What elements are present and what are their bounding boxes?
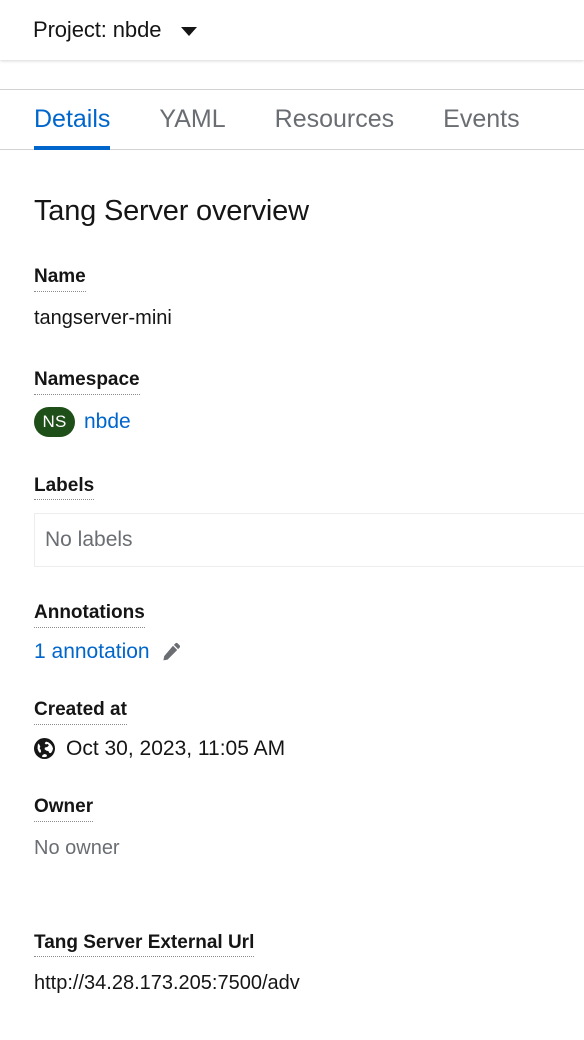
- project-selector-toggle[interactable]: Project: nbde: [33, 17, 198, 43]
- pencil-icon[interactable]: [160, 642, 181, 663]
- tab-resources-label: Resources: [274, 105, 395, 133]
- tab-details-label: Details: [34, 105, 111, 133]
- tab-events[interactable]: Events: [426, 90, 536, 149]
- field-name-label: Name: [34, 265, 86, 292]
- field-namespace: Namespace NS nbde: [34, 368, 584, 437]
- chevron-down-icon: [181, 27, 198, 36]
- created-at-row: Oct 30, 2023, 11:05 AM: [34, 737, 584, 761]
- tab-yaml[interactable]: YAML: [142, 90, 242, 149]
- field-name-value: tangserver-mini: [34, 306, 172, 329]
- namespace-row: NS nbde: [34, 406, 584, 437]
- project-selector-label: Project: nbde: [33, 17, 162, 42]
- field-external-url-label: Tang Server External Url: [34, 931, 255, 958]
- field-created-at: Created at Oct 30, 2023, 11:05 AM: [34, 698, 584, 761]
- details-content: Tang Server overview Name tangserver-min…: [0, 195, 584, 996]
- field-external-url: Tang Server External Url http://34.28.17…: [34, 931, 584, 997]
- tab-yaml-label: YAML: [159, 105, 226, 133]
- field-name: Name tangserver-mini: [34, 265, 584, 331]
- field-owner-label: Owner: [34, 795, 94, 822]
- field-labels-label: Labels: [34, 474, 95, 501]
- globe-icon: [34, 738, 55, 760]
- tab-resources[interactable]: Resources: [258, 90, 412, 149]
- labels-empty-text: No labels: [45, 528, 133, 552]
- detail-tabs: Details YAML Resources Events: [0, 89, 584, 150]
- tab-events-label: Events: [443, 105, 520, 133]
- field-annotations-label: Annotations: [34, 601, 145, 628]
- field-owner-value: No owner: [34, 836, 120, 859]
- namespace-link[interactable]: nbde: [84, 410, 131, 434]
- field-created-at-label: Created at: [34, 698, 127, 725]
- field-owner: Owner No owner: [34, 795, 584, 861]
- annotations-link[interactable]: 1 annotation: [34, 640, 150, 664]
- tab-details[interactable]: Details: [34, 90, 127, 150]
- field-annotations: Annotations 1 annotation: [34, 601, 584, 664]
- content-gap: [0, 60, 584, 89]
- project-selector-bar: Project: nbde: [0, 0, 584, 60]
- annotations-row: 1 annotation: [34, 640, 584, 664]
- field-labels: Labels No labels: [34, 474, 584, 568]
- section-divider-gap: [34, 861, 584, 931]
- page-title: Tang Server overview: [34, 195, 309, 227]
- created-at-value: Oct 30, 2023, 11:05 AM: [66, 736, 286, 760]
- field-external-url-value: http://34.28.173.205:7500/adv: [34, 972, 300, 995]
- page-root: Project: nbde Details YAML Resources Eve…: [0, 0, 584, 1040]
- labels-box[interactable]: No labels: [34, 513, 584, 568]
- namespace-badge: NS: [34, 406, 75, 437]
- field-namespace-label: Namespace: [34, 368, 140, 395]
